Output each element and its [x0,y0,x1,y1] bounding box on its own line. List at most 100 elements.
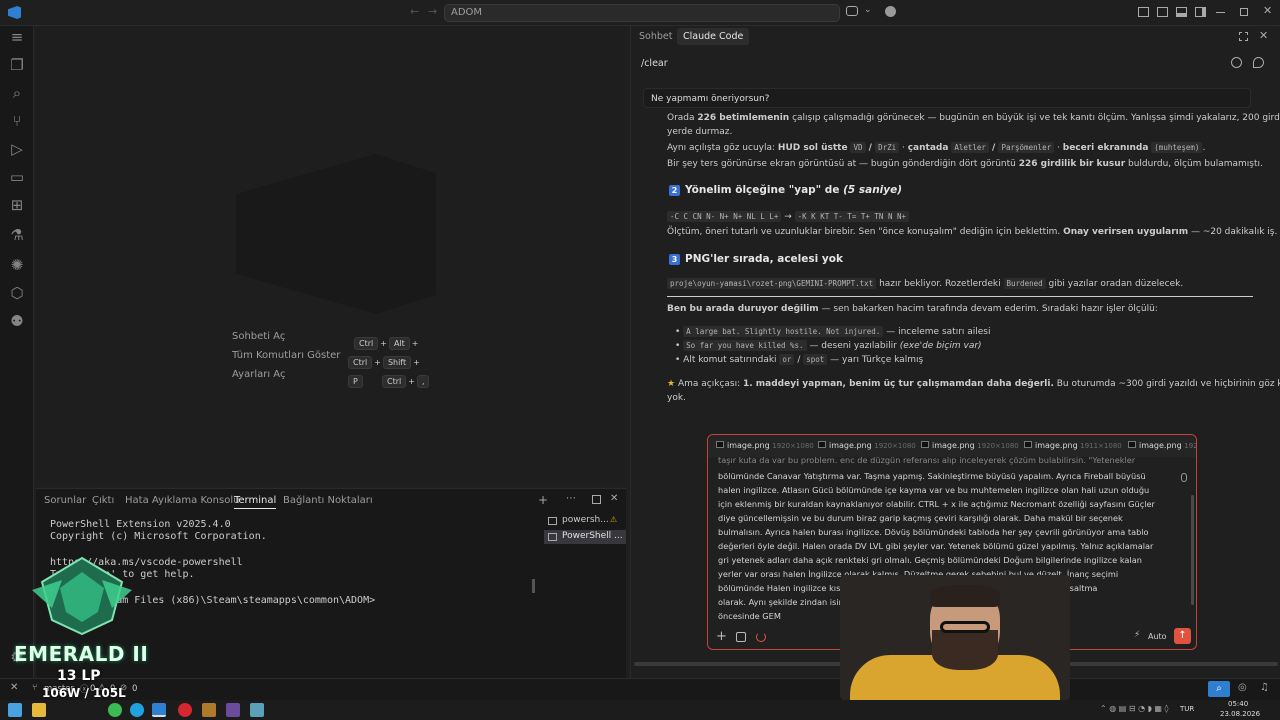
prompt-line: için eklenmiş bir kuraldan kaynaklanıyor… [718,499,1155,509]
forward-arrow-icon[interactable]: → [428,5,437,18]
python-icon[interactable]: ⚉ [6,310,28,332]
app-icon[interactable] [226,703,240,717]
inline-code: or [779,354,795,365]
response-line: ★ Ama açıkçası: 1. maddeyi yapman, benim… [667,379,1280,389]
image-icon [1024,441,1032,448]
terminal-icon [548,517,557,525]
maximize-icon[interactable] [1240,8,1248,16]
win-loss-record: 106W / 105L [42,686,126,700]
copilot-icon[interactable] [846,6,858,16]
text-bold: beceri ekranında [1062,143,1149,153]
toggle-sidebar-icon[interactable] [1138,7,1149,17]
opera-icon[interactable] [178,703,192,717]
close-icon[interactable]: ✕ [1263,4,1272,17]
attachment-chip[interactable]: image.png 1920×1080 [921,441,1019,450]
response-line: Aynı açılışta göz ucuyla: HUD sol üstte … [667,142,1205,153]
mode-selector[interactable]: Auto [1148,632,1167,641]
text: Ama açıkçası: [675,379,743,389]
tab-terminal[interactable]: Terminal [234,495,277,509]
new-chat-icon[interactable] [1253,57,1264,68]
text: hazır bekliyor. Rozetlerdeki [876,279,1004,289]
slash-command-icon[interactable] [736,632,746,642]
more-actions-icon[interactable]: ⋯ [566,493,576,504]
prompt-line: bölümünde Canavar Yatıştırma var. Taşma … [718,471,1146,481]
composer-scrollbar[interactable] [1191,495,1194,605]
minimize-icon[interactable] [1216,12,1225,13]
testing-icon[interactable]: ⚗ [6,224,28,246]
text-bold: 226 betimlemenin [697,113,790,123]
toggle-panel-icon[interactable] [1176,7,1187,17]
expand-icon[interactable] [1239,32,1248,41]
extensions-icon[interactable]: ⊞ [6,194,28,216]
attachment-chip[interactable]: image.png 1920×1080 [716,441,814,450]
vscode-taskbar-icon[interactable] [152,703,166,717]
inline-code: VD [850,142,866,153]
heading-text: Yönelim ölçeğine "yap" de [685,184,844,196]
containers-icon[interactable]: ⬡ [6,282,28,304]
tab-problems[interactable]: Sorunlar [44,495,86,506]
maximize-panel-icon[interactable] [592,495,601,504]
microphone-icon[interactable] [1181,473,1187,482]
command-center-search[interactable]: ADOM [444,4,840,22]
clock-date[interactable]: 23.08.2026 [1220,710,1260,718]
tab-ports[interactable]: Bağlantı Noktaları [283,495,373,506]
attachment-chip[interactable]: image.png 1911×1080 [1024,441,1122,450]
zoom-icon[interactable]: ⌕ [1208,681,1230,697]
terminal-session[interactable]: powersh... ⚠ [546,515,626,529]
terminal-icon [548,533,557,541]
notifications-icon[interactable]: ♫ [1260,682,1269,693]
send-button[interactable]: ↑ [1174,628,1191,644]
remote-explorer-icon[interactable]: ▭ [6,166,28,188]
key: Ctrl [382,375,407,388]
attachment-chip[interactable]: image.png 1920×1080 [818,441,916,450]
back-arrow-icon[interactable]: ← [410,5,419,18]
divider [667,296,1253,297]
text: — inceleme satırı ailesi [883,327,991,337]
key: Ctrl [348,356,373,369]
shortcut-row: Sohbeti Aç Ctrl+Alt+ı [232,331,432,369]
tab-output[interactable]: Çıktı [92,495,114,506]
run-debug-icon[interactable]: ▷ [6,138,28,160]
add-context-icon[interactable]: + [716,629,727,644]
key-sep: + [380,339,387,348]
clock-time[interactable]: 05:40 [1228,700,1248,708]
prompt-line: bulmalısın. Ayrıca halen burası ingilizc… [718,527,1149,537]
tab-claude-code[interactable]: Claude Code [677,28,750,45]
response-line: proje\oyun-yamasi\rozet-png\GEMINI-PROMP… [667,278,1183,289]
source-control-icon[interactable]: ⑂ [6,110,28,132]
toggle-secondary-sidebar-icon[interactable] [1195,7,1206,17]
close-icon[interactable]: ✕ [1259,29,1268,42]
attachment-chip[interactable]: image.png 1920× [1128,441,1196,450]
arrow: → [781,212,795,222]
app-icon[interactable] [250,703,264,717]
chevron-down-icon[interactable]: ⌄ [864,5,872,15]
app-icon[interactable] [202,703,216,717]
terminal-scrollbar[interactable] [532,579,535,593]
text: Aynı açılışta göz ucuyla: [667,143,778,153]
menu-icon[interactable]: ≡ [6,26,28,48]
text-bold: Ben bu arada duruyor değilim [667,304,819,314]
webcam-overlay [840,575,1070,700]
new-terminal-icon[interactable]: + [538,493,548,507]
language-indicator[interactable]: TUR [1180,705,1194,713]
accounts-icon[interactable] [885,6,896,17]
tab-debug-console[interactable]: Hata Ayıklama Konsolu [125,495,239,506]
terminal-session-active[interactable]: PowerShell ... [544,530,626,544]
copilot-status-icon[interactable]: ◎ [1238,682,1247,693]
prompt-line: diye güncellemişsin ve bu durum biraz ga… [718,513,1123,523]
claude-icon[interactable]: ✺ [6,254,28,276]
history-icon[interactable] [1231,57,1242,68]
response-line: yok. [667,393,686,403]
text: / [794,355,804,365]
key: Shift [382,356,412,369]
shortcut-row: Ayarları Aç Ctrl +, [232,369,432,388]
explorer-icon[interactable]: ❐ [6,54,28,76]
text-italic: (exe'de biçim var) [899,341,982,351]
text: buldurdu, ölçüm bulamamıştı. [1125,159,1263,169]
search-icon[interactable]: ⌕ [6,82,28,104]
tab-sohbet[interactable]: Sohbet [639,31,672,42]
editor-area: Sohbeti Aç Ctrl+Alt+ı Tüm Komutları Göst… [36,26,626,484]
close-panel-icon[interactable]: ✕ [610,493,618,504]
layout-icon[interactable] [1157,7,1168,17]
text-bold: Onay verirsen uygularım [1063,227,1189,237]
